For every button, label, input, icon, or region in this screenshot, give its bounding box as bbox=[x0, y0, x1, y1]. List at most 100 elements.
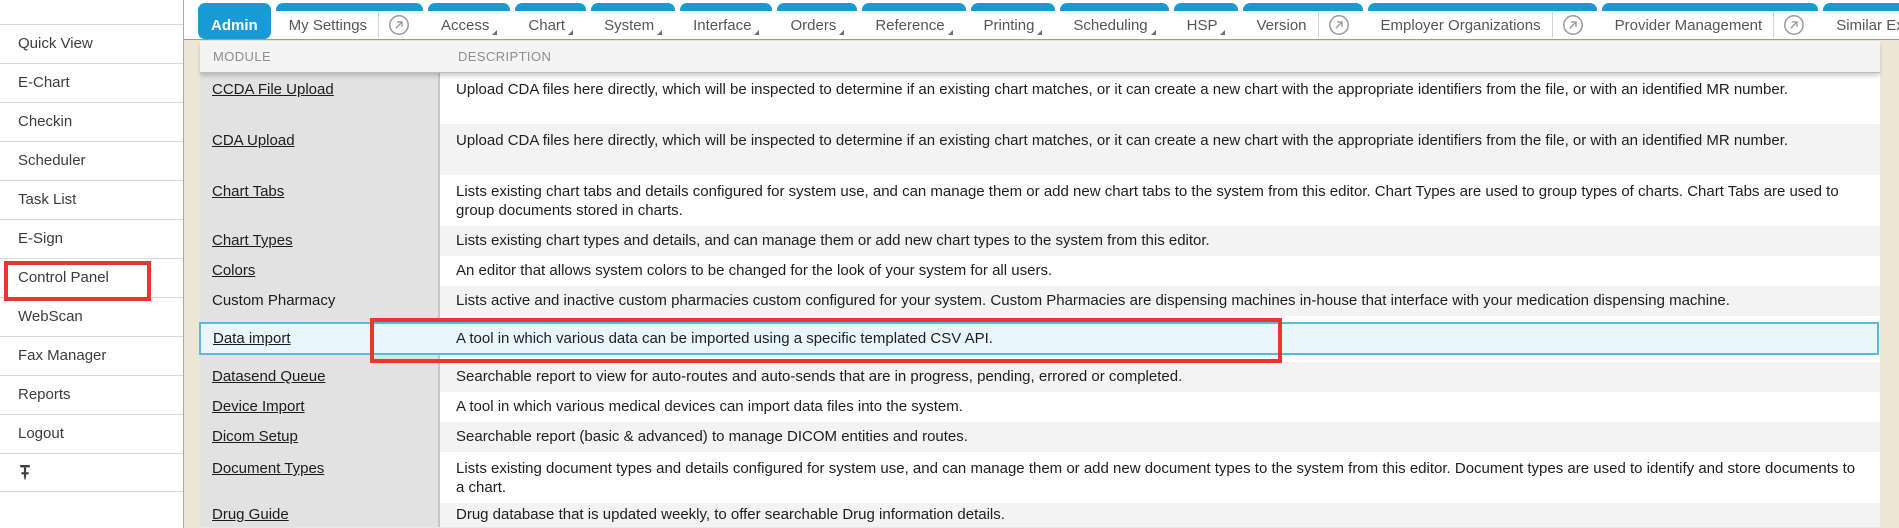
table-row-datasend-queue: Datasend Queue Searchable report to view … bbox=[200, 362, 1880, 392]
table-row-chart-types: Chart Types Lists existing chart types an… bbox=[200, 226, 1880, 256]
module-description: Searchable report to view for auto-route… bbox=[440, 362, 1880, 392]
tab-access[interactable]: Access bbox=[428, 3, 510, 39]
tab-separator bbox=[1552, 12, 1553, 38]
module-link-dicom-setup[interactable]: Dicom Setup bbox=[212, 428, 298, 445]
module-description: Lists existing chart types and details, … bbox=[440, 226, 1880, 256]
tab-employer-organizations[interactable]: Employer Organizations bbox=[1368, 3, 1597, 39]
table-row-colors: Colors An editor that allows system color… bbox=[200, 256, 1880, 286]
sidebar-item-webscan[interactable]: WebScan bbox=[0, 297, 183, 336]
tab-label: Admin bbox=[211, 12, 258, 39]
tab-label: Version bbox=[1256, 12, 1306, 39]
table-header: MODULE DESCRIPTION bbox=[200, 41, 1880, 73]
tab-label: Interface bbox=[693, 12, 751, 39]
sidebar-item-quick-view[interactable]: Quick View bbox=[0, 24, 183, 63]
selected-row-highlight[interactable]: Data importA tool in which various data … bbox=[199, 322, 1879, 355]
tab-label: Chart bbox=[528, 12, 565, 39]
module-cell: Custom Pharmacy bbox=[200, 286, 440, 316]
table-body: CCDA File Upload Upload CDA files here di… bbox=[200, 73, 1880, 527]
table-row-drug-guide: Drug GuideDrug database that is updated … bbox=[200, 503, 1880, 527]
tab-label: Similar Exposure Groups (SEGs) bbox=[1836, 12, 1899, 39]
module-link-datasend-queue[interactable]: Datasend Queue bbox=[212, 368, 325, 385]
sidebar-item-control-panel[interactable]: Control Panel bbox=[0, 258, 183, 297]
tab-scheduling[interactable]: Scheduling bbox=[1060, 3, 1168, 39]
module-link-custom-pharmacy: Custom Pharmacy bbox=[212, 292, 335, 309]
tab-label: Scheduling bbox=[1073, 12, 1147, 39]
tab-label: Reference bbox=[875, 12, 944, 39]
tab-label: HSP bbox=[1187, 12, 1218, 39]
tab-hsp[interactable]: HSP bbox=[1174, 3, 1239, 39]
column-header-module: MODULE bbox=[200, 41, 440, 72]
module-cell: Dicom Setup bbox=[200, 422, 440, 452]
tab-printing[interactable]: Printing bbox=[971, 3, 1056, 39]
popout-arrow-icon[interactable] bbox=[388, 14, 410, 36]
module-cell: Chart Types bbox=[200, 226, 440, 256]
module-description: Lists existing chart tabs and details co… bbox=[440, 175, 1880, 226]
dropdown-indicator-icon bbox=[1151, 30, 1156, 35]
module-description: A tool in which various medical devices … bbox=[440, 392, 1880, 422]
sidebar-list: Quick ViewE-ChartCheckinSchedulerTask Li… bbox=[0, 24, 183, 492]
tab-label: System bbox=[604, 12, 654, 39]
sidebar-item-checkin[interactable]: Checkin bbox=[0, 102, 183, 141]
tab-orders[interactable]: Orders bbox=[777, 3, 857, 39]
sidebar-item-scheduler[interactable]: Scheduler bbox=[0, 141, 183, 180]
popout-arrow-icon[interactable] bbox=[1562, 14, 1584, 36]
column-header-description: DESCRIPTION bbox=[440, 41, 1880, 72]
sidebar-item-e-chart[interactable]: E-Chart bbox=[0, 63, 183, 102]
module-link-chart-types[interactable]: Chart Types bbox=[212, 232, 293, 249]
sidebar-item-task-list[interactable]: Task List bbox=[0, 180, 183, 219]
module-description: Lists active and inactive custom pharmac… bbox=[440, 286, 1880, 316]
tab-separator bbox=[1773, 12, 1774, 38]
dropdown-indicator-icon bbox=[492, 30, 497, 35]
tab-label: Printing bbox=[984, 12, 1035, 39]
tab-bar: Admin My Settings Access Chart System Interf… bbox=[184, 0, 1899, 40]
module-link-ccda-file-upload[interactable]: CCDA File Upload bbox=[212, 81, 334, 98]
pushpin-icon[interactable] bbox=[18, 464, 32, 481]
tab-label: Provider Management bbox=[1615, 12, 1763, 39]
tab-reference[interactable]: Reference bbox=[862, 3, 965, 39]
tab-provider-management[interactable]: Provider Management bbox=[1602, 3, 1819, 39]
module-cell: CDA Upload bbox=[200, 124, 440, 175]
tab-label: Access bbox=[441, 12, 489, 39]
module-cell: Device Import bbox=[200, 392, 440, 422]
module-table: MODULE DESCRIPTION CCDA File Upload Uploa… bbox=[200, 41, 1880, 528]
module-description: An editor that allows system colors to b… bbox=[440, 256, 1880, 286]
dropdown-indicator-icon bbox=[948, 30, 953, 35]
module-link-data-import[interactable]: Data import bbox=[213, 330, 291, 347]
tab-separator bbox=[378, 12, 379, 38]
module-link-drug-guide[interactable]: Drug Guide bbox=[212, 506, 289, 523]
module-cell: Chart Tabs bbox=[200, 175, 440, 226]
tab-interface[interactable]: Interface bbox=[680, 3, 772, 39]
tab-admin[interactable]: Admin bbox=[198, 3, 271, 39]
table-row-device-import: Device Import A tool in which various med… bbox=[200, 392, 1880, 422]
dropdown-indicator-icon bbox=[839, 30, 844, 35]
tab-system[interactable]: System bbox=[591, 3, 675, 39]
module-link-device-import[interactable]: Device Import bbox=[212, 398, 305, 415]
module-cell: CCDA File Upload bbox=[200, 73, 440, 124]
tab-chart[interactable]: Chart bbox=[515, 3, 586, 39]
module-description: Lists existing document types and detail… bbox=[440, 452, 1880, 503]
popout-arrow-icon[interactable] bbox=[1783, 14, 1805, 36]
dropdown-indicator-icon bbox=[754, 30, 759, 35]
tab-my-settings[interactable]: My Settings bbox=[276, 3, 423, 39]
module-link-cda-upload[interactable]: CDA Upload bbox=[212, 132, 295, 149]
module-description: Upload CDA files here directly, which wi… bbox=[440, 73, 1880, 124]
dropdown-indicator-icon bbox=[1037, 30, 1042, 35]
module-link-chart-tabs[interactable]: Chart Tabs bbox=[212, 183, 284, 200]
sidebar-item-logout[interactable]: Logout bbox=[0, 414, 183, 453]
tab-version[interactable]: Version bbox=[1243, 3, 1362, 39]
dropdown-indicator-icon bbox=[1220, 30, 1225, 35]
sidebar-item-reports[interactable]: Reports bbox=[0, 375, 183, 414]
table-row-data-import: Data importA tool in which various data … bbox=[200, 316, 1880, 362]
sidebar-item-fax-manager[interactable]: Fax Manager bbox=[0, 336, 183, 375]
tab-label: Employer Organizations bbox=[1381, 12, 1541, 39]
sidebar-item-e-sign[interactable]: E-Sign bbox=[0, 219, 183, 258]
popout-arrow-icon[interactable] bbox=[1328, 14, 1350, 36]
table-row-document-types: Document Types Lists existing document ty… bbox=[200, 452, 1880, 503]
table-row-dicom-setup: Dicom SetupSearchable report (basic & ad… bbox=[200, 422, 1880, 452]
module-cell: Colors bbox=[200, 256, 440, 286]
table-row-chart-tabs: Chart Tabs Lists existing chart tabs and … bbox=[200, 175, 1880, 226]
sidebar: Quick ViewE-ChartCheckinSchedulerTask Li… bbox=[0, 0, 184, 528]
module-link-colors[interactable]: Colors bbox=[212, 262, 255, 279]
tab-similar-exposure-groups-segs[interactable]: Similar Exposure Groups (SEGs) bbox=[1823, 3, 1899, 39]
module-link-document-types[interactable]: Document Types bbox=[212, 460, 324, 477]
